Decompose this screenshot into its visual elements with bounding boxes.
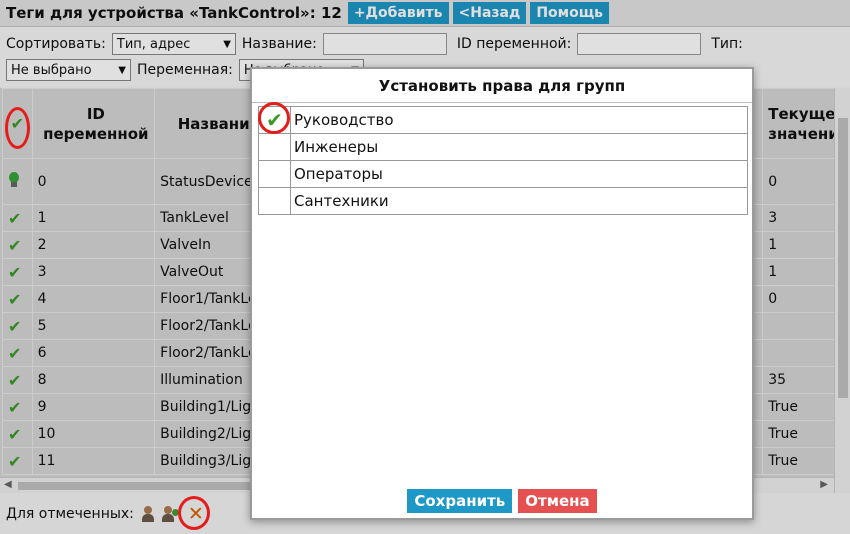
highlight-ring-group-icon xyxy=(178,496,210,530)
group-checkbox[interactable] xyxy=(258,160,291,188)
group-row[interactable]: Сантехники xyxy=(258,187,748,215)
highlight-ring-group-check xyxy=(258,102,290,134)
group-label: Руководство xyxy=(290,106,748,134)
group-checkbox[interactable] xyxy=(258,187,291,215)
group-permissions-dialog: Установить права для групп ✔ Руководство И… xyxy=(250,67,754,520)
group-list: ✔ Руководство Инженеры Операторы Сантехники xyxy=(258,106,748,215)
group-row[interactable]: ✔ Руководство xyxy=(258,106,748,134)
group-label: Сантехники xyxy=(290,187,748,215)
save-button[interactable]: Сохранить xyxy=(407,489,513,513)
group-row[interactable]: Инженеры xyxy=(258,133,748,161)
highlight-ring-select-all xyxy=(5,107,30,149)
group-label: Операторы xyxy=(290,160,748,188)
dialog-title: Установить права для групп xyxy=(252,69,752,103)
dialog-buttons: Сохранить Отмена xyxy=(252,489,752,513)
group-row[interactable]: Операторы xyxy=(258,160,748,188)
group-checkbox[interactable] xyxy=(258,133,291,161)
group-label: Инженеры xyxy=(290,133,748,161)
cancel-button[interactable]: Отмена xyxy=(518,489,597,513)
